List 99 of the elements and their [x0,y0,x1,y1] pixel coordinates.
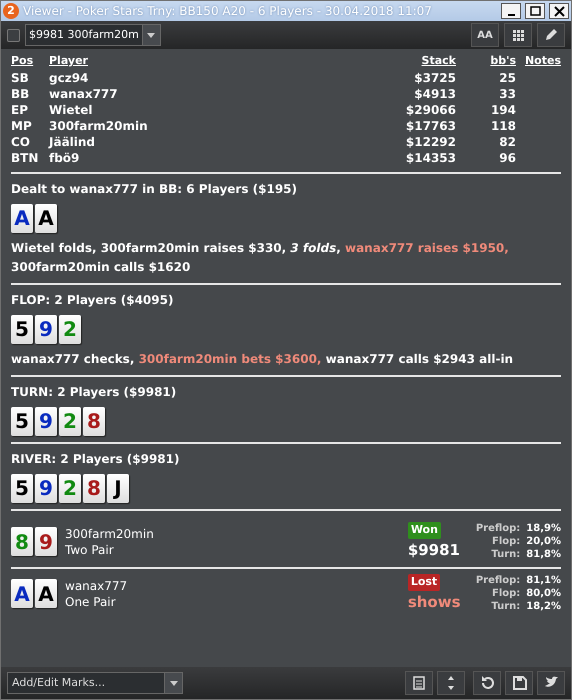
hand-select[interactable]: $9981 300farm20m [25,24,161,46]
player-name: wanax777 [65,578,128,594]
grid-icon [512,30,524,40]
equity-value: 20,0% [526,535,561,548]
result-amount: shows [408,592,461,612]
equity-label: Preflop: [476,522,520,535]
player-name: 300farm20min [65,526,154,542]
equity-label: Flop: [491,535,520,548]
pencil-icon [544,28,558,42]
playing-card: J [107,474,129,502]
table-cell-text: 82 [498,134,516,150]
refresh-button[interactable] [473,671,501,695]
bird-icon-button[interactable] [537,671,565,695]
playing-card: A [35,204,57,232]
equity-value: 80,0% [526,587,561,600]
equity-value: 81,8% [526,548,561,561]
playing-card: 9 [35,474,57,502]
table-cell-text: SB [11,70,30,86]
table-cell-text: 194 [490,102,516,118]
column-header[interactable]: Notes [516,53,561,70]
caret-icon [168,680,178,686]
street-header: TURN: 2 Players ($9981) [11,384,178,400]
playing-card: 5 [11,406,33,436]
equity-value: 18,2% [526,600,561,613]
playing-card: 2 [59,474,81,502]
close-button[interactable] [549,3,569,19]
table-cell-text: $3725 [413,70,456,86]
table-cell-text: fbö9 [49,150,80,166]
table-cell-text: 33 [498,86,516,102]
equity-label: Turn: [490,600,520,613]
table-cell-text: $17763 [404,118,456,134]
table-cell-text: MP [11,118,33,134]
equity-label: Preflop: [476,574,520,587]
table-cell-text: $12292 [404,134,456,150]
column-header[interactable]: Pos [11,53,49,70]
playing-card: 8 [83,406,105,436]
table-cell: EP [11,102,49,118]
minimize-icon [508,14,514,16]
playing-card: A [11,204,33,232]
hand-rank: Two Pair [65,542,115,558]
table-cell-text: Jäälind [49,134,96,150]
result-badge: Lost [408,574,440,590]
equity-label: Flop: [491,587,520,600]
equity-value: 18,9% [526,522,561,535]
save-icon [512,675,526,691]
street-header: Dealt to wanax777 in BB: 6 Players ($195) [11,180,298,198]
street-header: FLOP: 2 Players ($4095) [11,292,174,308]
maximize-icon [528,6,542,16]
result-amount: $9981 [408,540,460,560]
refresh-icon [480,675,494,691]
table-cell: BTN [11,150,49,166]
playing-card: 5 [11,474,33,502]
result-badge: Won [408,522,441,538]
equity-label: Turn: [490,548,520,561]
window-title: Viewer - Poker Stars Trny: BB150 A20 - 6 Players - 30.04.2018 11:07 [23,3,433,20]
playing-card: 9 [35,527,57,556]
action-text: wanax777 checks, 300farm20min bets $3600, wanax777 calls $2943 all-in [11,350,514,368]
column-header[interactable]: bb's [456,53,516,70]
column-header[interactable]: Stack [318,53,456,70]
action-text: Wietel folds, 300farm20min raises $330, 3 folds, wanax777 raises $1950, 300farm20min calls $1620 [11,240,510,276]
caret-icon [146,32,156,38]
playing-card: 5 [11,314,33,344]
column-header[interactable]: Player [49,53,319,70]
marks-field[interactable]: Add/Edit Marks... [7,672,183,694]
app-badge: 2 [3,3,19,19]
sort-button[interactable] [437,671,465,695]
playing-card: A [35,579,57,608]
table-cell-text: $29066 [404,102,456,118]
table-cell-text: 96 [498,150,516,166]
table-cell-text: 118 [490,118,516,134]
table-cell-text: 300farm20min [49,118,149,134]
table-cell-text: 25 [498,70,516,86]
table-cell-text: $14353 [404,150,456,166]
playing-card: A [11,579,33,608]
save-button[interactable] [505,671,533,695]
table-cell-text: gcz94 [49,70,90,86]
clipboard-button[interactable] [405,671,433,695]
playing-card: 2 [59,314,81,344]
edit-button[interactable] [537,23,565,47]
equity-value: 81,1% [526,574,561,587]
maximize-button[interactable] [525,3,545,19]
playing-card: 9 [35,406,57,436]
playing-card: 8 [83,474,105,502]
playing-card: 9 [35,314,57,344]
close-icon [552,6,566,16]
street-header: RIVER: 2 Players ($9981) [11,450,180,468]
table-cell-text: wanax777 [49,86,119,102]
clipboard-icon [412,675,426,691]
font-size-button[interactable]: AA [471,23,499,47]
checkbox[interactable] [7,28,20,42]
table-cell: BB [11,86,49,102]
table-cell-text: Wietel [49,102,94,118]
hand-rank: One Pair [65,594,117,610]
table-cell-text: $4913 [413,86,456,102]
grid-button[interactable] [504,23,532,47]
minimize-button[interactable] [501,3,521,19]
playing-card: 2 [59,406,81,436]
table-cell: CO [11,134,49,150]
playing-card: 8 [11,527,33,556]
